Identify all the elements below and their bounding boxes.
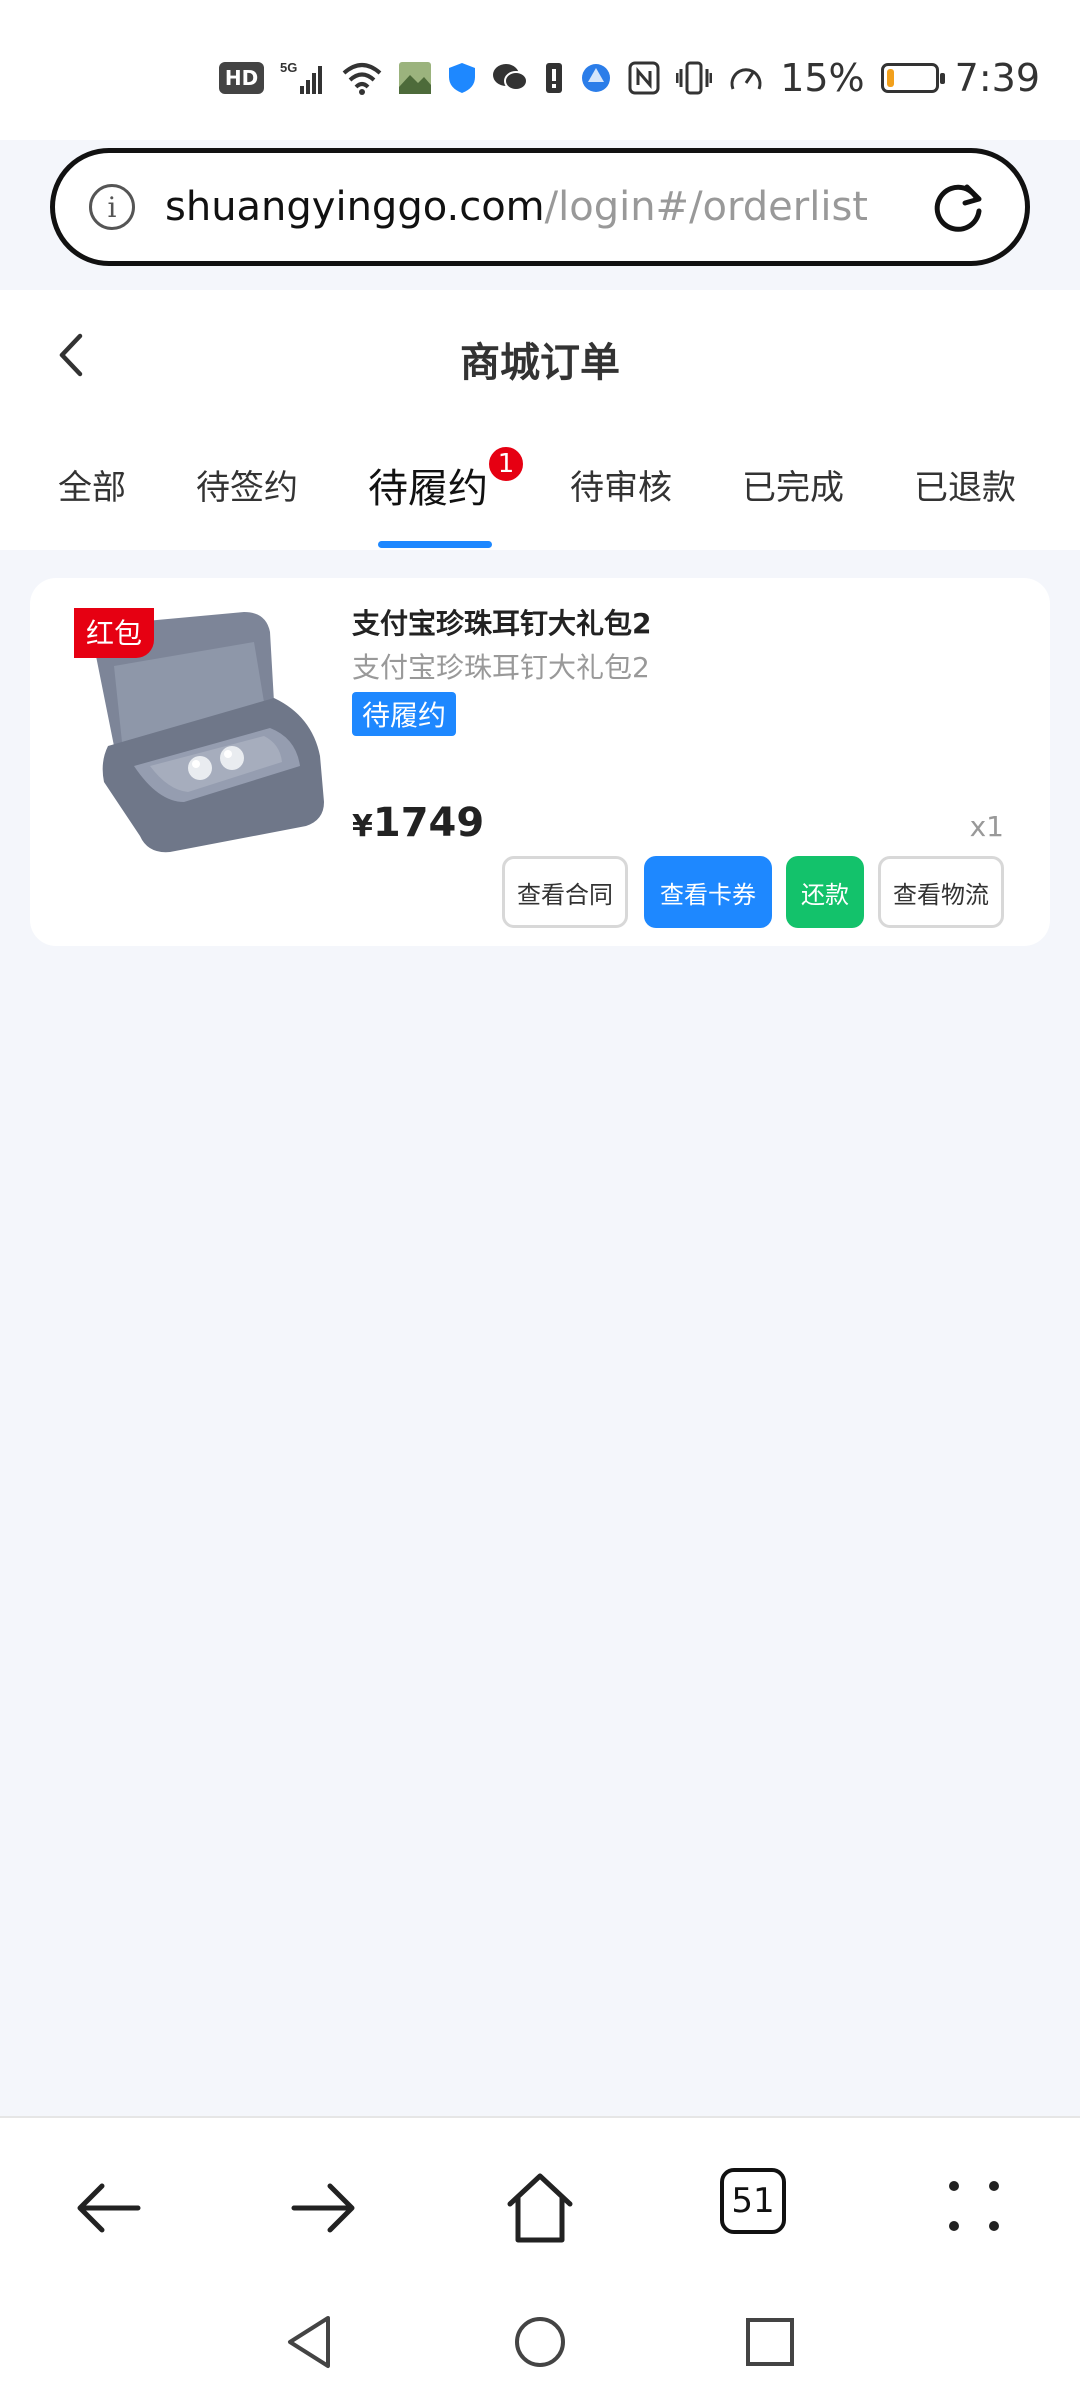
tab-refunded[interactable]: 已退款 bbox=[914, 460, 1016, 509]
tab-label: 已退款 bbox=[914, 468, 1016, 508]
quantity: x1 bbox=[969, 810, 1004, 843]
sim-icon bbox=[544, 61, 564, 95]
shield-icon bbox=[448, 62, 476, 94]
forward-arrow-icon[interactable] bbox=[284, 2168, 364, 2248]
tab-label: 全部 bbox=[58, 468, 126, 508]
tab-label: 待审核 bbox=[570, 468, 672, 508]
page-header: 商城订单 bbox=[0, 290, 1080, 420]
page-title: 商城订单 bbox=[460, 340, 620, 386]
url-path: /login#/orderlist bbox=[544, 184, 868, 230]
price: ¥1749 bbox=[352, 800, 484, 846]
tab-count-badge: 1 bbox=[486, 444, 526, 484]
order-status-badge: 待履约 bbox=[352, 692, 457, 736]
tab-completed[interactable]: 已完成 bbox=[742, 460, 844, 509]
system-navigation-bar bbox=[0, 2288, 1080, 2400]
view-logistics-button[interactable]: 查看物流 bbox=[878, 856, 1004, 928]
system-recents-icon[interactable] bbox=[742, 2312, 798, 2372]
tab-pending-fulfil[interactable]: 待履约 1 bbox=[368, 444, 526, 514]
view-voucher-button[interactable]: 查看卡券 bbox=[644, 856, 772, 928]
menu-dots-icon[interactable] bbox=[934, 2168, 1014, 2248]
browser-toolbar: 51 bbox=[0, 2116, 1080, 2288]
product-subtitle: 支付宝珍珠耳钉大礼包2 bbox=[352, 651, 650, 684]
price-value: 1749 bbox=[372, 800, 485, 846]
tab-label: 已完成 bbox=[742, 468, 844, 508]
wechat-icon bbox=[492, 62, 529, 94]
order-tabs: 全部 待签约 待履约 1 待审核 已完成 已退款 bbox=[0, 420, 1080, 550]
tab-pending-sign[interactable]: 待签约 bbox=[196, 460, 298, 509]
battery-fill bbox=[886, 69, 894, 87]
reload-icon[interactable] bbox=[929, 179, 987, 237]
tab-label: 待履约 bbox=[368, 466, 488, 512]
nfc-icon bbox=[628, 61, 660, 95]
back-arrow-icon[interactable] bbox=[68, 2168, 148, 2248]
vibrate-icon bbox=[676, 61, 713, 95]
info-icon[interactable]: i bbox=[89, 184, 135, 230]
speed-icon bbox=[728, 61, 764, 95]
status-bar: HD 5G 15% 7:39 bbox=[0, 0, 1080, 140]
tab-label: 待签约 bbox=[196, 468, 298, 508]
red-packet-tag: 红包 bbox=[74, 608, 155, 658]
tab-pending-review[interactable]: 待审核 bbox=[570, 460, 672, 509]
wifi-icon bbox=[342, 61, 382, 95]
browser-icon bbox=[580, 62, 612, 94]
repay-button[interactable]: 还款 bbox=[786, 856, 864, 928]
order-card[interactable]: 红包 支付宝珍珠耳钉大礼包2 支付宝珍珠耳钉大礼包2 待履约 ¥1749 x1 … bbox=[30, 578, 1050, 946]
svg-text:5G: 5G bbox=[280, 60, 297, 75]
status-icons: HD 5G 15% 7:39 bbox=[218, 56, 1040, 100]
home-icon[interactable] bbox=[500, 2168, 580, 2248]
tab-all[interactable]: 全部 bbox=[58, 460, 126, 509]
signal-5g-icon: 5G bbox=[280, 60, 326, 96]
battery-icon bbox=[880, 63, 945, 93]
clock: 7:39 bbox=[954, 56, 1040, 100]
hd-icon: HD bbox=[218, 62, 265, 94]
photo-icon bbox=[398, 61, 432, 95]
tabs-icon[interactable]: 51 bbox=[720, 2168, 786, 2234]
active-tab-indicator bbox=[378, 541, 492, 548]
battery-percent: 15% bbox=[780, 56, 865, 100]
view-contract-button[interactable]: 查看合同 bbox=[502, 856, 628, 928]
product-name[interactable]: 支付宝珍珠耳钉大礼包2 bbox=[352, 602, 651, 642]
system-home-icon[interactable] bbox=[512, 2312, 568, 2372]
address-bar[interactable]: i shuangyinggo.com/login#/orderlist bbox=[50, 148, 1030, 266]
system-back-icon[interactable] bbox=[282, 2312, 338, 2372]
url-domain: shuangyinggo.com bbox=[165, 184, 545, 230]
currency-symbol: ¥ bbox=[352, 809, 373, 844]
url-text[interactable]: shuangyinggo.com/login#/orderlist bbox=[165, 184, 868, 230]
